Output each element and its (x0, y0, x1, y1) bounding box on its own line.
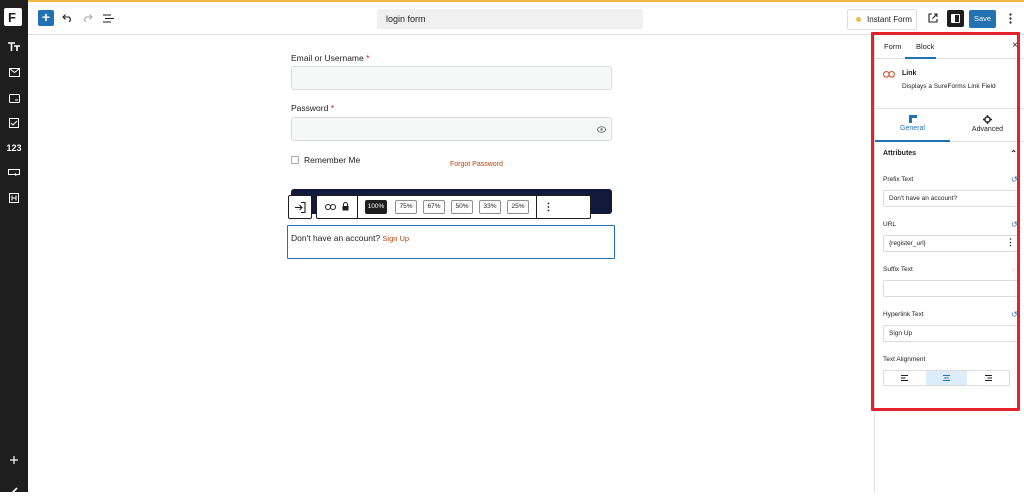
hyperlink-text-label: Hyperlink Text (883, 311, 924, 318)
text-alignment-group (883, 370, 1010, 386)
hyperlink-text-input[interactable]: Sign Up (883, 325, 1019, 342)
status-dot (856, 17, 861, 22)
sign-up-link[interactable]: Sign Up (382, 234, 409, 243)
top-toolbar: + login form Instant Form Save (28, 0, 1024, 35)
reset-icon[interactable]: ↺ (1011, 221, 1019, 229)
checkbox-icon[interactable] (0, 113, 28, 133)
left-sidebar: F 123 (0, 0, 28, 495)
list-view-icon[interactable] (100, 11, 116, 25)
toolbar-divider (357, 196, 358, 218)
hidden-field-icon[interactable] (0, 188, 28, 208)
redo-icon[interactable] (79, 11, 95, 25)
prefix-text-label: Prefix Text (883, 176, 914, 183)
width-100-button[interactable]: 100% (365, 200, 387, 214)
width-50-button[interactable]: 50% (451, 200, 473, 214)
tab-block[interactable]: Block (916, 42, 934, 51)
align-left-button[interactable] (884, 371, 926, 385)
instant-form-button[interactable]: Instant Form (847, 9, 917, 30)
link-icon[interactable] (325, 204, 336, 210)
width-67-button[interactable]: 67% (423, 200, 445, 214)
block-description: Displays a SureForms Link Field (902, 83, 996, 90)
block-title: Link (902, 70, 917, 77)
more-options-icon[interactable] (1002, 11, 1018, 25)
instant-form-label: Instant Form (867, 15, 912, 24)
settings-panel: Form Block × Link Displays a SureForms L… (874, 35, 1024, 492)
settings-panel-toggle[interactable] (947, 10, 964, 27)
toolbar-divider (536, 196, 537, 218)
text-alignment-label: Text Alignment (883, 356, 926, 363)
prefix-text-input[interactable]: Don't have an account? (883, 190, 1019, 207)
align-right-button[interactable] (967, 371, 1009, 385)
panel-tabs: Form Block × (875, 35, 1024, 59)
number-field-icon[interactable]: 123 (0, 138, 28, 158)
login-arrow-icon (295, 201, 306, 213)
link-block-icon (883, 71, 895, 78)
form-canvas: Email or Username * Password * Remember … (28, 35, 874, 492)
input-field-icon[interactable] (0, 88, 28, 108)
width-25-button[interactable]: 25% (507, 200, 529, 214)
gear-icon (983, 115, 992, 124)
link-prefix-text: Don't have an account? (291, 233, 381, 243)
attributes-section-header[interactable]: Attributes ⌃ (883, 149, 1017, 158)
close-icon[interactable]: × (1012, 40, 1018, 51)
tab-advanced[interactable]: Advanced (950, 109, 1024, 142)
eye-icon[interactable] (597, 126, 606, 133)
general-settings-icon (908, 115, 917, 123)
edit-icon[interactable] (0, 480, 28, 500)
width-33-button[interactable]: 33% (479, 200, 501, 214)
password-field[interactable] (291, 117, 612, 141)
save-button[interactable]: Save (969, 10, 996, 28)
align-center-icon (943, 375, 950, 381)
password-label: Password * (291, 103, 335, 113)
email-label: Email or Username * (291, 53, 370, 63)
block-toolbar: 100% 75% 67% 50% 33% 25% (316, 195, 591, 219)
lock-icon[interactable] (342, 202, 349, 211)
reset-icon[interactable]: ↺ (1011, 311, 1019, 319)
block-move-handle[interactable] (288, 195, 312, 219)
link-block[interactable]: Don't have an account? Sign Up (287, 225, 615, 259)
external-link-icon[interactable] (925, 11, 941, 25)
typography-icon[interactable] (0, 37, 28, 57)
tab-general[interactable]: General (875, 109, 950, 142)
remember-me-label: Remember Me (304, 155, 361, 165)
align-center-button[interactable] (925, 371, 968, 385)
suffix-text-label: Suffix Text (883, 266, 913, 273)
email-field[interactable] (291, 66, 612, 90)
suffix-text-input[interactable] (883, 280, 1019, 297)
url-options-icon[interactable]: ⋮ (1006, 237, 1015, 248)
app-logo[interactable]: F (4, 8, 22, 26)
add-icon[interactable] (0, 450, 28, 470)
undo-icon[interactable] (59, 11, 75, 25)
button-block-icon[interactable] (0, 163, 28, 183)
block-options-icon[interactable] (547, 202, 550, 212)
url-input[interactable]: {register_url} (883, 235, 1019, 252)
forgot-password-link[interactable]: Forgot Password (450, 161, 503, 168)
block-info-card: Link Displays a SureForms Link Field (883, 69, 1023, 99)
chevron-up-icon[interactable]: ⌃ (1010, 149, 1017, 158)
reset-icon[interactable]: ○ (1011, 266, 1019, 274)
url-label: URL (883, 221, 897, 228)
active-tab-indicator (905, 57, 936, 59)
align-right-icon (984, 375, 992, 381)
width-75-button[interactable]: 75% (395, 200, 417, 214)
document-title-bar[interactable]: login form (377, 9, 643, 29)
add-block-button[interactable]: + (38, 10, 54, 26)
remember-me-checkbox[interactable] (291, 156, 299, 164)
tab-form[interactable]: Form (884, 42, 902, 51)
email-icon[interactable] (0, 62, 28, 82)
reset-icon[interactable]: ↺ (1011, 176, 1019, 184)
settings-subtabs: General Advanced (875, 108, 1024, 142)
align-left-icon (901, 375, 909, 381)
